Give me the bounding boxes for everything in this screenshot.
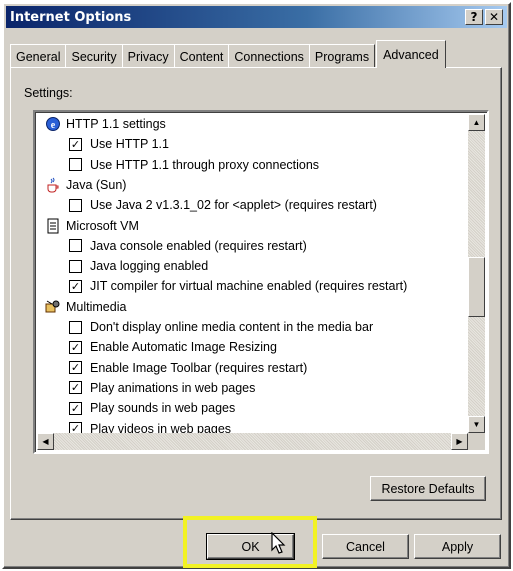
tab-general[interactable]: General [10,44,67,68]
checkbox[interactable] [69,320,82,334]
settings-item-label: JIT compiler for virtual machine enabled… [90,279,408,294]
settings-list[interactable]: e HTTP 1.1 settings ✓ Use HTTP 1.1 Use HTTP … [33,110,489,454]
settings-item-label: Java logging enabled [90,259,209,274]
tab-advanced[interactable]: Advanced [376,40,446,68]
checkbox[interactable] [69,158,82,172]
java-cup-icon [45,177,61,193]
scrollbar-corner [468,433,485,450]
settings-item-label: Use HTTP 1.1 through proxy connections [90,157,320,172]
tab-connections[interactable]: Connections [228,44,310,68]
close-button[interactable]: ✕ [485,9,503,25]
settings-item-label: Enable Image Toolbar (requires restart) [90,360,308,375]
settings-category: Microsoft VM [45,216,139,236]
horizontal-scrollbar[interactable] [37,433,468,450]
settings-option[interactable]: Use Java 2 v1.3.1_02 for <applet> (requi… [69,195,377,215]
help-button[interactable]: ? [465,9,483,25]
checkbox[interactable] [69,239,82,253]
settings-item-label: Microsoft VM [66,218,139,233]
svg-text:e: e [51,120,56,131]
checkbox[interactable]: ✓ [69,279,82,293]
settings-item-label: Play animations in web pages [90,380,256,395]
settings-item-label: Use HTTP 1.1 [90,137,169,152]
settings-option[interactable]: ✓ Enable Image Toolbar (requires restart) [69,358,307,378]
settings-option[interactable]: Use HTTP 1.1 through proxy connections [69,155,319,175]
settings-item-label: Multimedia [66,299,127,314]
settings-option[interactable]: ✓ Use HTTP 1.1 [69,134,169,154]
settings-category: e HTTP 1.1 settings [45,114,166,134]
settings-item-label: Java (Sun) [66,177,127,192]
tab-security[interactable]: Security [65,44,123,68]
tab-programs[interactable]: Programs [308,44,376,68]
settings-option[interactable]: ✓ Play sounds in web pages [69,398,235,418]
settings-option[interactable]: Java logging enabled [69,256,208,276]
ie-globe-icon: e [45,116,61,132]
settings-item-label: Don't display online media content in th… [90,320,374,334]
settings-option[interactable]: ✓ JIT compiler for virtual machine enable… [69,276,407,296]
tab-privacy[interactable]: Privacy [121,44,175,68]
checkbox[interactable]: ✓ [69,401,82,415]
settings-item-label: Enable Automatic Image Resizing [90,340,277,355]
settings-option[interactable]: Java console enabled (requires restart) [69,236,307,256]
checkbox[interactable]: ✓ [69,381,82,395]
cancel-button[interactable]: Cancel [322,534,409,559]
checkbox[interactable]: ✓ [69,340,82,354]
scroll-up-button[interactable]: ▲ [468,114,485,131]
settings-item-label: Use Java 2 v1.3.1_02 for <applet> (requi… [90,198,377,213]
tab-strip: General Security Privacy Content Connect… [10,40,446,68]
multimedia-icon [45,299,61,315]
settings-category: Multimedia [45,297,126,317]
settings-option[interactable]: ✓ Enable Automatic Image Resizing [69,337,277,357]
checkbox[interactable]: ✓ [69,137,82,151]
mouse-pointer-icon [271,532,286,554]
settings-item-label: HTTP 1.1 settings [66,117,166,131]
settings-item-label: Play sounds in web pages [90,401,236,416]
settings-category: Java (Sun) [45,175,126,195]
tab-content[interactable]: Content [173,44,230,68]
settings-item-label: Java console enabled (requires restart) [90,238,307,253]
settings-option[interactable]: ✓ Play animations in web pages [69,378,255,398]
title-bar[interactable]: Internet Options ? ✕ [6,6,507,28]
scroll-left-button[interactable]: ◀ [37,433,54,450]
apply-button[interactable]: Apply [414,534,501,559]
checkbox[interactable] [69,259,82,273]
document-icon [45,218,61,234]
window-title: Internet Options [10,9,132,25]
vertical-scroll-thumb[interactable] [468,256,485,317]
restore-defaults-button[interactable]: Restore Defaults [370,476,486,501]
settings-label: Settings: [24,86,73,100]
checkbox[interactable] [69,198,82,212]
scroll-right-button[interactable]: ▶ [451,433,468,450]
settings-option[interactable]: Don't display online media content in th… [69,317,373,337]
scroll-down-button[interactable]: ▼ [468,416,485,433]
checkbox[interactable]: ✓ [69,361,82,375]
